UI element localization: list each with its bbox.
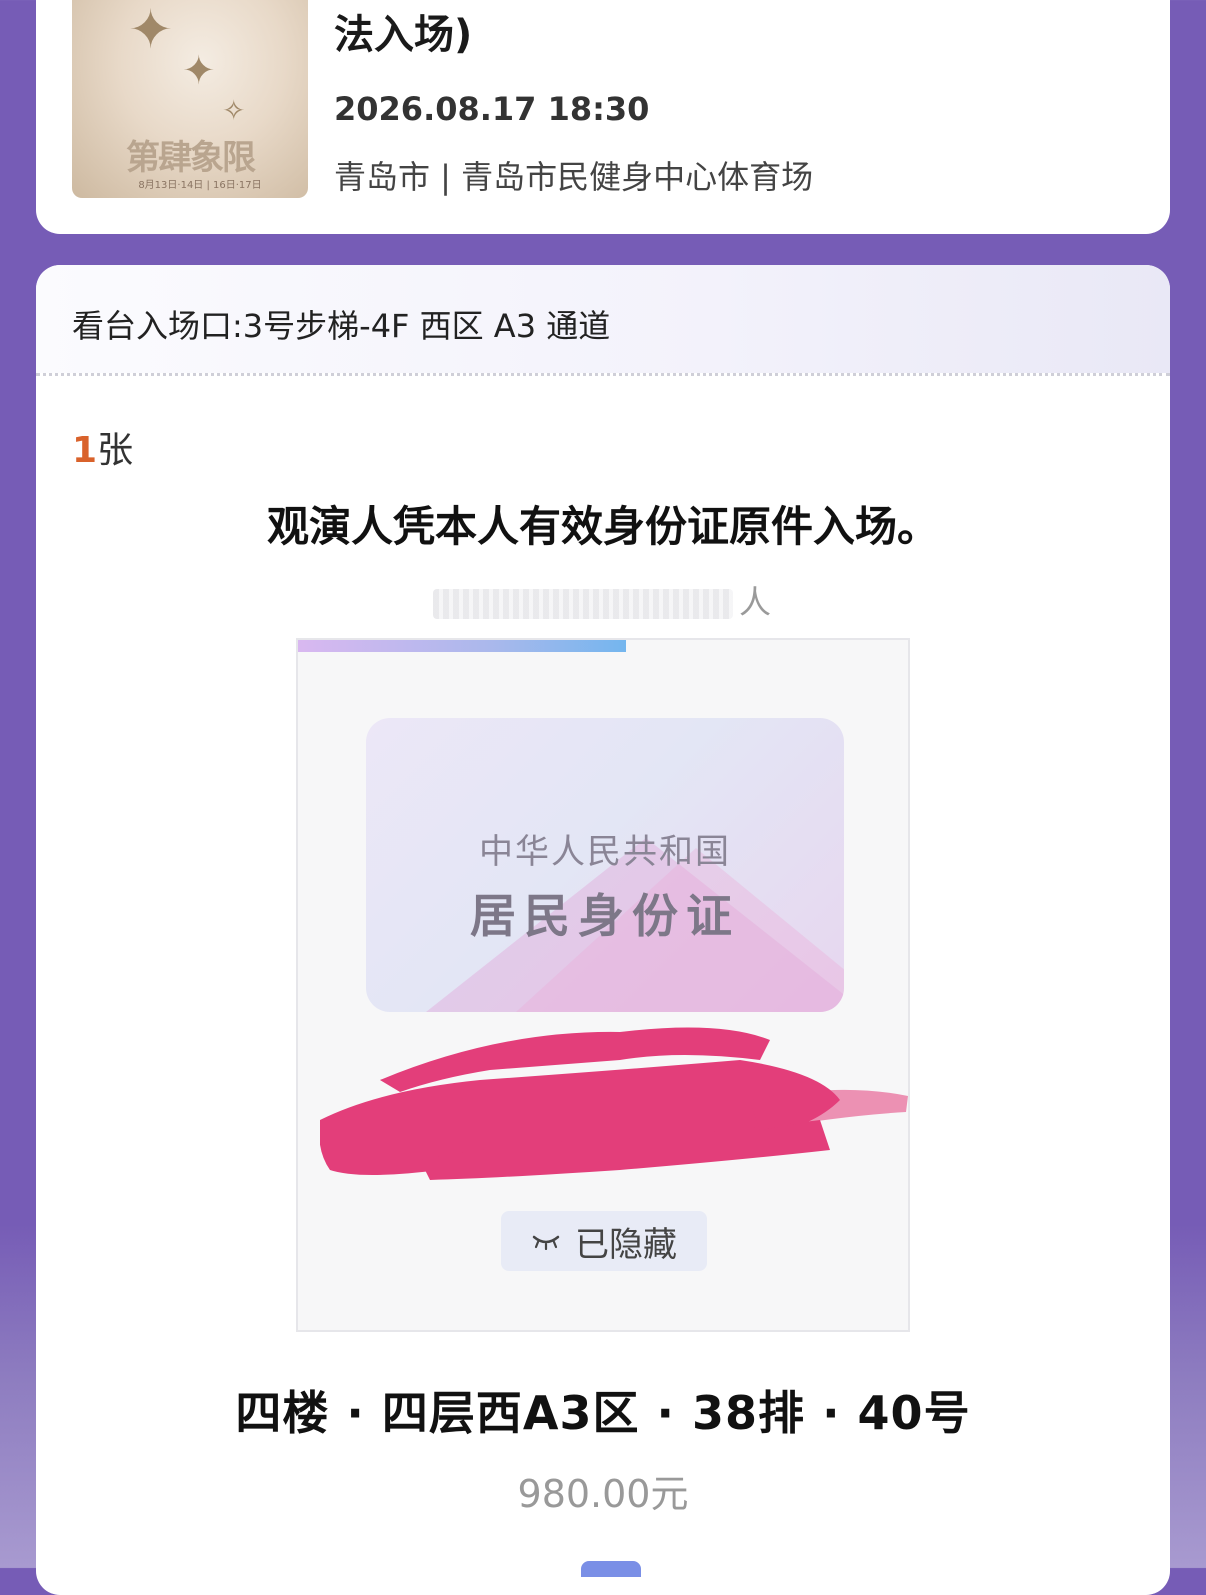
ticket-count-number: 1 [72, 430, 98, 471]
holder-suffix: 人 [738, 583, 773, 621]
sparkle-icon: ✧ [222, 94, 246, 127]
event-venue: 青岛市 | 青岛市民健身中心体育场 [334, 158, 814, 196]
id-panel: 中华人民共和国 居民身份证 已隐藏 [296, 638, 910, 1332]
ticket-header: 看台入场口:3号步梯-4F 西区 A3 通道 [36, 265, 1170, 373]
id-card-image: 中华人民共和国 居民身份证 [366, 718, 844, 1012]
hidden-toggle-button[interactable]: 已隐藏 [501, 1211, 707, 1271]
entrance-info: 看台入场口:3号步梯-4F 西区 A3 通道 [72, 307, 611, 345]
event-title: 法入场) [334, 12, 473, 58]
hidden-label: 已隐藏 [575, 1224, 677, 1265]
ticket-count-unit: 张 [97, 430, 134, 471]
poster-title: 第肆象限 [126, 138, 256, 178]
id-card-country: 中华人民共和国 [479, 832, 731, 872]
event-card[interactable]: ✦ ✦ ✧ 第肆象限 8月13日·14日 | 16日·17日 法入场) 2026… [36, 0, 1170, 234]
ticket-card: 看台入场口:3号步梯-4F 西区 A3 通道 1张 观演人凭本人有效身份证原件入… [36, 265, 1170, 1595]
bottom-indicator [581, 1561, 641, 1577]
eye-closed-icon [531, 1232, 561, 1250]
ticket-price: 980.00元 [517, 1472, 689, 1516]
holder-name: 人 [36, 577, 1170, 623]
id-notice: 观演人凭本人有效身份证原件入场。 [266, 502, 939, 551]
poster-dates: 8月13日·14日 | 16日·17日 [138, 180, 262, 191]
id-card-type: 居民身份证 [470, 889, 740, 943]
event-datetime: 2026.08.17 18:30 [334, 90, 650, 128]
redaction-scribble [320, 1027, 908, 1180]
ticket-count: 1张 [72, 421, 133, 473]
event-poster[interactable]: ✦ ✦ ✧ 第肆象限 8月13日·14日 | 16日·17日 [72, 0, 308, 198]
sparkle-icon: ✦ [182, 48, 216, 94]
id-panel-progress-bar [298, 640, 626, 652]
redacted-name [432, 589, 733, 619]
seat-info: 四楼 · 四层西A3区 · 38排 · 40号 [235, 1386, 971, 1440]
sparkle-icon: ✦ [128, 0, 174, 61]
dotted-divider [36, 373, 1170, 376]
